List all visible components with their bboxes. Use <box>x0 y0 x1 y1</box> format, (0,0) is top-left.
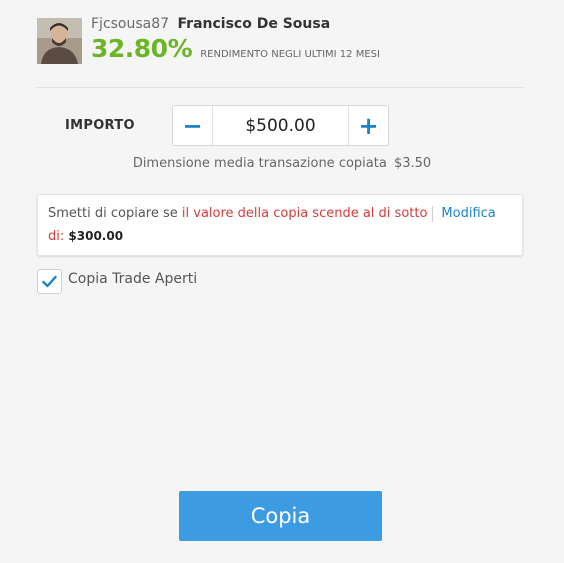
average-trade-size-text: Dimensione media transazione copiata <box>132 156 387 171</box>
stop-loss-prefix: Smetti di copiare se <box>48 206 178 221</box>
stop-loss-box: Smetti di copiare se il valore della cop… <box>37 194 523 256</box>
avatar-image <box>37 18 82 64</box>
increase-amount-button[interactable]: + <box>348 106 388 145</box>
check-icon <box>42 275 57 287</box>
copy-open-trades-checkbox[interactable] <box>37 268 62 294</box>
average-trade-size-value: $3.50 <box>393 156 432 171</box>
stop-loss-line-1: Smetti di copiare se il valore della cop… <box>48 203 496 225</box>
gain-value: 32.80% <box>91 34 193 63</box>
minus-icon: − <box>182 111 203 140</box>
copy-trader-panel: Fjcsousa87 Francisco De Sousa 32.80% REN… <box>0 0 564 563</box>
edit-stop-loss-link[interactable]: Modifica <box>441 206 495 221</box>
avatar <box>37 18 82 64</box>
trader-name-line: Fjcsousa87 Francisco De Sousa <box>91 16 330 32</box>
trader-header: Fjcsousa87 Francisco De Sousa 32.80% REN… <box>37 16 527 66</box>
trader-full-name: Francisco De Sousa <box>177 16 331 32</box>
stop-loss-amount: $300.00 <box>68 229 124 243</box>
stop-loss-condition-end: di: <box>48 229 65 244</box>
amount-label: IMPORTO <box>65 118 135 133</box>
separator <box>432 205 434 222</box>
amount-stepper: − $500.00 + <box>172 105 389 146</box>
copy-button[interactable]: Copia <box>179 491 382 541</box>
gain-label: RENDIMENTO NEGLI ULTIMI 12 MESI <box>200 49 380 60</box>
copy-open-trades-label: Copia Trade Aperti <box>68 271 198 287</box>
average-trade-size: Dimensione media transazione copiata $3.… <box>0 156 564 171</box>
divider <box>37 87 523 88</box>
decrease-amount-button[interactable]: − <box>173 106 213 145</box>
stop-loss-line-2: di: $300.00 <box>48 225 123 248</box>
trader-username[interactable]: Fjcsousa87 <box>91 16 169 32</box>
copy-open-trades-option: Copia Trade Aperti <box>37 268 197 294</box>
plus-icon: + <box>358 111 379 140</box>
stop-loss-condition: il valore della copia scende al di sotto <box>181 206 428 221</box>
amount-input[interactable]: $500.00 <box>213 106 348 145</box>
gain-line: 32.80% RENDIMENTO NEGLI ULTIMI 12 MESI <box>91 34 380 63</box>
